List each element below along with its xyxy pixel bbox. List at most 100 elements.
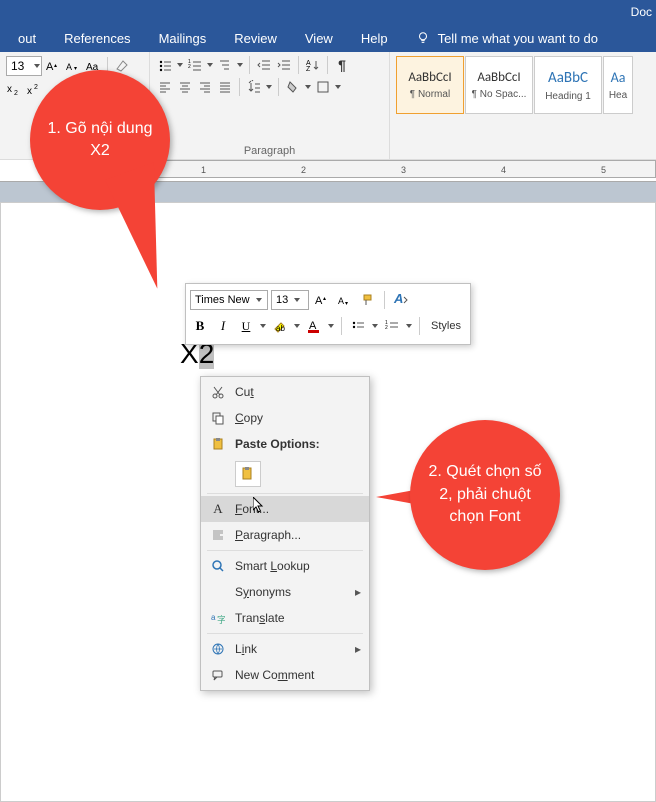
- submenu-arrow-icon: ▸: [355, 585, 361, 599]
- copy-icon: [209, 411, 227, 425]
- separator: [384, 291, 385, 309]
- grow-font-icon[interactable]: A▴: [312, 290, 332, 310]
- document-title: Doc: [631, 5, 652, 19]
- svg-text:2: 2: [188, 64, 191, 70]
- dropdown-icon[interactable]: [206, 56, 214, 74]
- tellme-label: Tell me what you want to do: [438, 31, 598, 46]
- cm-link[interactable]: Link ▸: [201, 636, 369, 662]
- cm-translate[interactable]: a字 Translate: [201, 605, 369, 631]
- svg-text:A: A: [338, 296, 344, 306]
- cm-font[interactable]: A Font...: [201, 496, 369, 522]
- style-heading2[interactable]: Aa Hea: [603, 56, 633, 114]
- font-color-icon[interactable]: A: [304, 316, 324, 336]
- lightbulb-icon: [416, 31, 430, 45]
- svg-text:a: a: [211, 613, 216, 622]
- dropdown-icon[interactable]: [405, 317, 413, 335]
- separator: [278, 78, 279, 96]
- shrink-font-icon[interactable]: A▾: [335, 290, 355, 310]
- separator: [207, 633, 363, 634]
- mini-toolbar: Times New 13 A▴ A▾ A B I U ab A 12 Style…: [185, 283, 471, 345]
- dropdown-icon[interactable]: [334, 78, 342, 96]
- separator: [249, 56, 250, 74]
- svg-text:▴: ▴: [54, 63, 57, 69]
- decrease-indent-icon[interactable]: [255, 56, 273, 74]
- line-spacing-icon[interactable]: [245, 78, 263, 96]
- svg-text:▴: ▴: [323, 296, 326, 302]
- cm-cut[interactable]: Cut: [201, 379, 369, 405]
- ribbon-group-paragraph: 12 AZ ¶ Paragraph: [150, 52, 390, 159]
- tab-view[interactable]: View: [291, 31, 347, 46]
- style-heading1[interactable]: AaBbC Heading 1: [534, 56, 602, 114]
- separator: [207, 493, 363, 494]
- underline-button[interactable]: U: [236, 316, 256, 336]
- comment-icon: [209, 668, 227, 682]
- cm-synonyms[interactable]: Synonyms ▸: [201, 579, 369, 605]
- align-center-icon[interactable]: [176, 78, 194, 96]
- submenu-arrow-icon: ▸: [355, 642, 361, 656]
- svg-text:▾: ▾: [345, 301, 348, 307]
- dropdown-icon[interactable]: [236, 56, 244, 74]
- cm-copy[interactable]: Copy: [201, 405, 369, 431]
- shading-icon[interactable]: [284, 78, 302, 96]
- dropdown-icon[interactable]: [176, 56, 184, 74]
- annotation-callout-2: 2. Quét chọn số 2, phải chuột chọn Font: [410, 420, 560, 570]
- format-painter-icon[interactable]: [358, 290, 378, 310]
- font-color-styles-icon[interactable]: A: [391, 290, 411, 310]
- tab-mailings[interactable]: Mailings: [145, 31, 221, 46]
- paste-keep-source-icon[interactable]: [235, 461, 261, 487]
- bold-button[interactable]: B: [190, 316, 210, 336]
- paragraph-group-label: Paragraph: [156, 143, 383, 157]
- style-normal[interactable]: AaBbCcI ¶ Normal: [396, 56, 464, 114]
- separator: [341, 317, 342, 335]
- multilevel-list-icon[interactable]: [216, 56, 234, 74]
- translate-icon: a字: [209, 611, 227, 625]
- mini-font-size[interactable]: 13: [271, 290, 309, 310]
- subscript-icon[interactable]: x2: [6, 80, 24, 98]
- cm-paste-header: Paste Options:: [201, 431, 369, 457]
- dropdown-icon[interactable]: [293, 317, 301, 335]
- tellme-search[interactable]: Tell me what you want to do: [402, 31, 612, 46]
- svg-text:A: A: [393, 291, 403, 306]
- separator: [239, 78, 240, 96]
- paste-icon: [209, 437, 227, 451]
- dropdown-icon[interactable]: [327, 317, 335, 335]
- cm-smart-lookup[interactable]: Smart Lookup: [201, 553, 369, 579]
- titlebar: Doc: [0, 0, 656, 24]
- numbering-icon[interactable]: 12: [382, 316, 402, 336]
- cm-paragraph[interactable]: Paragraph...: [201, 522, 369, 548]
- separator: [419, 317, 420, 335]
- mini-styles-button[interactable]: Styles: [426, 314, 466, 338]
- align-right-icon[interactable]: [196, 78, 214, 96]
- style-no-spacing[interactable]: AaBbCcI ¶ No Spac...: [465, 56, 533, 114]
- justify-icon[interactable]: [216, 78, 234, 96]
- italic-button[interactable]: I: [213, 316, 233, 336]
- tab-references[interactable]: References: [50, 31, 144, 46]
- numbering-icon[interactable]: 12: [186, 56, 204, 74]
- mouse-cursor-icon: [253, 497, 265, 515]
- tab-layout[interactable]: out: [4, 31, 50, 46]
- cut-icon: [209, 385, 227, 399]
- cm-paste-options: [201, 457, 369, 491]
- highlight-icon[interactable]: ab: [270, 316, 290, 336]
- svg-text:ab: ab: [276, 324, 285, 333]
- dropdown-icon[interactable]: [265, 78, 273, 96]
- dropdown-icon[interactable]: [371, 317, 379, 335]
- sort-icon[interactable]: AZ: [304, 56, 322, 74]
- dropdown-icon[interactable]: [259, 317, 267, 335]
- borders-icon[interactable]: [314, 78, 332, 96]
- bullets-icon[interactable]: [348, 316, 368, 336]
- cm-new-comment[interactable]: New Comment: [201, 662, 369, 688]
- separator: [298, 56, 299, 74]
- svg-text:2: 2: [385, 325, 388, 331]
- increase-indent-icon[interactable]: [275, 56, 293, 74]
- ribbon-group-styles: AaBbCcI ¶ Normal AaBbCcI ¶ No Spac... Aa…: [390, 52, 656, 159]
- font-icon: A: [209, 501, 227, 517]
- mini-font-name[interactable]: Times New: [190, 290, 268, 310]
- lookup-icon: [209, 559, 227, 573]
- paragraph-icon: [209, 528, 227, 542]
- tab-help[interactable]: Help: [347, 31, 402, 46]
- show-marks-icon[interactable]: ¶: [333, 56, 351, 74]
- svg-text:Z: Z: [306, 66, 311, 72]
- tab-review[interactable]: Review: [220, 31, 291, 46]
- dropdown-icon[interactable]: [304, 78, 312, 96]
